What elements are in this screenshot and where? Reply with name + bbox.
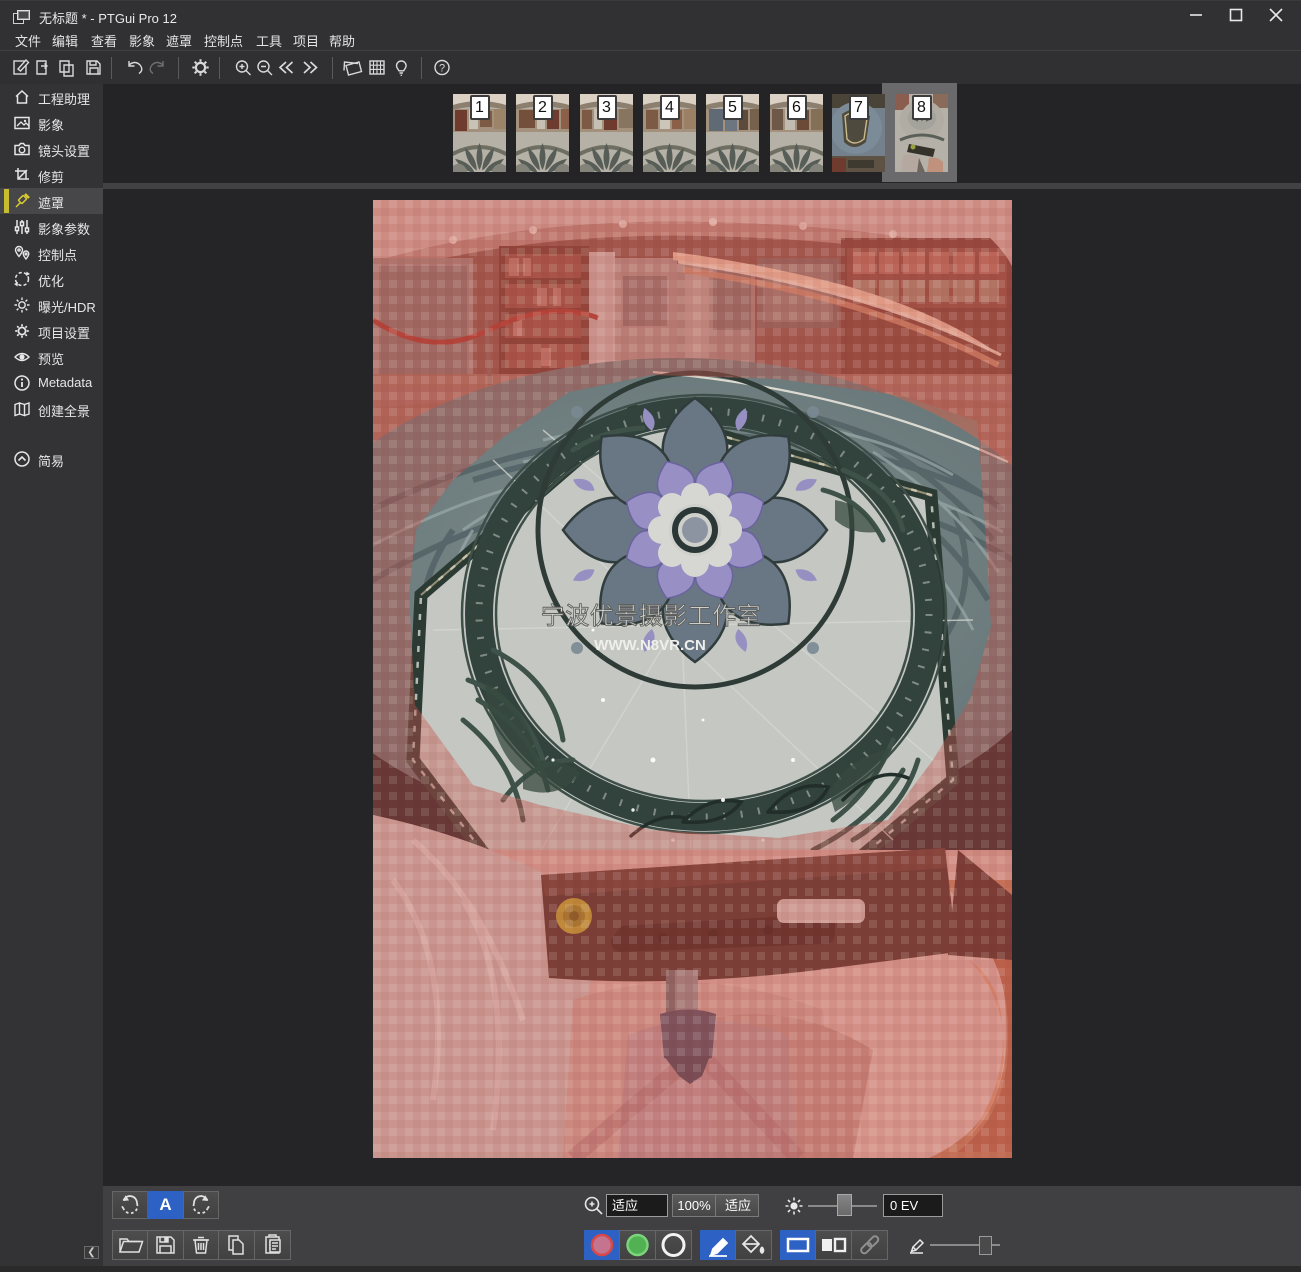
svg-text:宁波优景摄影工作室: 宁波优景摄影工作室 bbox=[541, 603, 762, 630]
svg-text:?: ? bbox=[439, 62, 445, 74]
svg-text:WWW.N8VR.CN: WWW.N8VR.CN bbox=[594, 637, 706, 654]
